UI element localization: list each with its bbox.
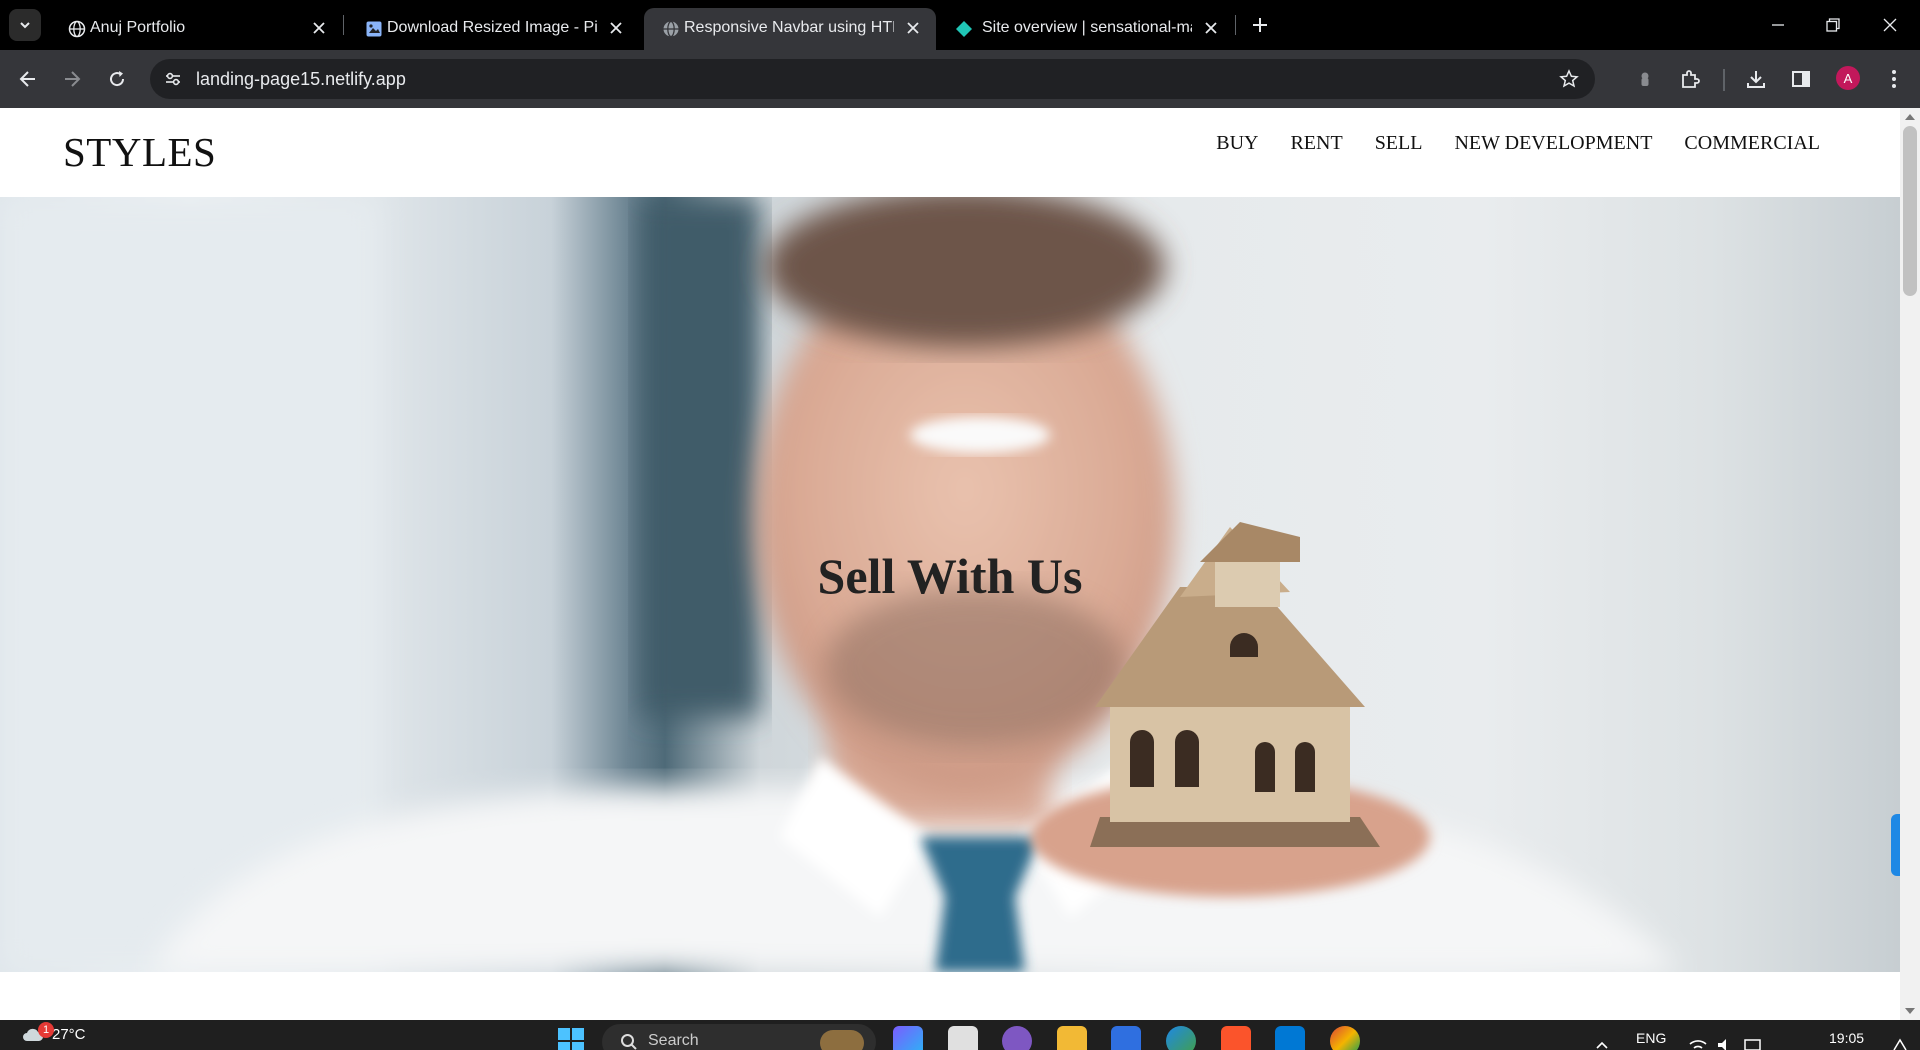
extension-button[interactable] xyxy=(1631,65,1659,93)
chevron-up-icon[interactable] xyxy=(1595,1040,1609,1050)
back-button[interactable] xyxy=(14,65,42,93)
hero-section: Sell With Us xyxy=(0,197,1900,972)
image-icon xyxy=(366,21,382,37)
search-highlight-icon xyxy=(820,1030,864,1050)
download-icon xyxy=(1747,71,1765,88)
toolbar-divider xyxy=(1723,69,1725,91)
notification-icon[interactable] xyxy=(1892,1038,1908,1050)
close-icon xyxy=(1883,18,1897,32)
vscode-icon[interactable] xyxy=(1275,1026,1305,1050)
battery-icon[interactable] xyxy=(1744,1038,1764,1050)
clock-time[interactable]: 19:05 xyxy=(1829,1030,1864,1046)
taskbar-search[interactable]: Search xyxy=(602,1024,876,1050)
bookmark-button[interactable] xyxy=(1557,67,1581,91)
restore-button[interactable] xyxy=(1820,12,1846,38)
more-vert-icon xyxy=(1892,70,1896,88)
edge-icon[interactable] xyxy=(1166,1026,1196,1050)
page-scrollbar[interactable] xyxy=(1900,108,1920,1020)
side-panel-button[interactable] xyxy=(1787,65,1815,93)
browser-menu-button[interactable] xyxy=(1880,65,1908,93)
start-button[interactable] xyxy=(556,1026,586,1050)
downloads-button[interactable] xyxy=(1742,65,1770,93)
search-icon xyxy=(621,1034,637,1050)
tab-title: Site overview | sensational-mac xyxy=(982,19,1192,36)
globe-icon xyxy=(663,20,679,38)
tab-separator xyxy=(343,15,344,35)
tab-responsive-navbar[interactable]: Responsive Navbar using HTML xyxy=(644,8,936,50)
profile-avatar[interactable]: A xyxy=(1836,66,1860,90)
feedback-side-tab[interactable] xyxy=(1891,814,1900,876)
scroll-up-arrow[interactable] xyxy=(1905,114,1915,120)
temperature-text: 27°C xyxy=(52,1026,86,1043)
arrow-left-icon xyxy=(19,71,35,87)
side-panel-icon xyxy=(1792,71,1810,87)
browser-toolbar: landing-page15.netlify.app xyxy=(0,50,1920,108)
plus-icon xyxy=(1253,18,1267,32)
reload-button[interactable] xyxy=(103,65,131,93)
site-info-button[interactable] xyxy=(160,66,186,92)
tune-icon xyxy=(166,72,180,86)
file-explorer-icon[interactable] xyxy=(1057,1026,1087,1050)
windows-logo-icon xyxy=(558,1028,584,1050)
teams-icon[interactable] xyxy=(1002,1026,1032,1050)
tab-download-resized-image[interactable]: Download Resized Image - Pi7 xyxy=(347,8,637,50)
nav-link-new-development[interactable]: NEW DEVELOPMENT xyxy=(1454,132,1652,155)
hero-title: Sell With Us xyxy=(817,548,1083,604)
language-indicator[interactable]: ENG xyxy=(1636,1030,1666,1046)
chrome-icon[interactable] xyxy=(1330,1026,1360,1050)
restore-icon xyxy=(1826,18,1840,32)
minimize-button[interactable] xyxy=(1765,12,1791,38)
tab-title: Download Resized Image - Pi7 xyxy=(387,19,597,36)
volume-icon[interactable] xyxy=(1716,1038,1734,1050)
extensions-button[interactable] xyxy=(1676,65,1704,93)
url-text[interactable]: landing-page15.netlify.app xyxy=(196,69,406,90)
weather-badge: 1 xyxy=(38,1022,54,1038)
next-section xyxy=(0,972,1900,1020)
store-icon[interactable] xyxy=(1111,1026,1141,1050)
close-icon[interactable] xyxy=(1202,19,1220,37)
brave-icon[interactable] xyxy=(1221,1026,1251,1050)
extension-puzzle-small-icon xyxy=(1641,72,1649,86)
reload-icon xyxy=(110,71,125,87)
tab-title: Anuj Portfolio xyxy=(90,19,186,36)
arrow-right-icon xyxy=(65,71,81,87)
tab-separator xyxy=(1235,15,1236,35)
forward-button[interactable] xyxy=(58,65,86,93)
scroll-thumb[interactable] xyxy=(1903,126,1917,296)
close-icon[interactable] xyxy=(607,19,625,37)
scroll-down-arrow[interactable] xyxy=(1905,1008,1915,1014)
new-tab-button[interactable] xyxy=(1247,12,1273,38)
close-window-button[interactable] xyxy=(1877,12,1903,38)
nav-link-buy[interactable]: BUY xyxy=(1216,132,1258,155)
tab-strip: Anuj Portfolio Download Resized Image - … xyxy=(0,0,1920,50)
nav-link-sell[interactable]: SELL xyxy=(1375,132,1423,155)
chevron-down-icon xyxy=(20,22,30,29)
nav-link-rent[interactable]: RENT xyxy=(1290,132,1342,155)
site-logo[interactable]: STYLES xyxy=(63,128,216,176)
tab-title: Responsive Navbar using HTML xyxy=(684,19,894,36)
tab-anuj-portfolio[interactable]: Anuj Portfolio xyxy=(50,8,340,50)
address-bar[interactable]: landing-page15.netlify.app xyxy=(150,59,1595,99)
wifi-icon[interactable] xyxy=(1688,1038,1708,1050)
task-view-icon[interactable] xyxy=(948,1026,978,1050)
search-label: Search xyxy=(648,1032,699,1049)
nav-link-commercial[interactable]: COMMERCIAL xyxy=(1684,132,1820,155)
globe-icon xyxy=(68,20,86,38)
netlify-icon xyxy=(956,21,972,37)
site-navbar: STYLES BUY RENT SELL NEW DEVELOPMENT COM… xyxy=(0,108,1900,197)
tab-search-button[interactable] xyxy=(9,9,41,41)
close-icon[interactable] xyxy=(904,19,922,37)
copilot-icon[interactable] xyxy=(893,1026,923,1050)
puzzle-icon xyxy=(1682,70,1700,88)
star-icon xyxy=(1559,69,1579,88)
windows-taskbar: 27°C 1 Search ENG 19:05 xyxy=(0,1020,1920,1050)
close-icon[interactable] xyxy=(310,19,328,37)
nav-menu: BUY RENT SELL NEW DEVELOPMENT COMMERCIAL xyxy=(1184,132,1820,155)
minimize-icon xyxy=(1772,24,1784,26)
tab-site-overview[interactable]: Site overview | sensational-mac xyxy=(937,8,1227,50)
page-viewport: STYLES BUY RENT SELL NEW DEVELOPMENT COM… xyxy=(0,108,1900,1020)
